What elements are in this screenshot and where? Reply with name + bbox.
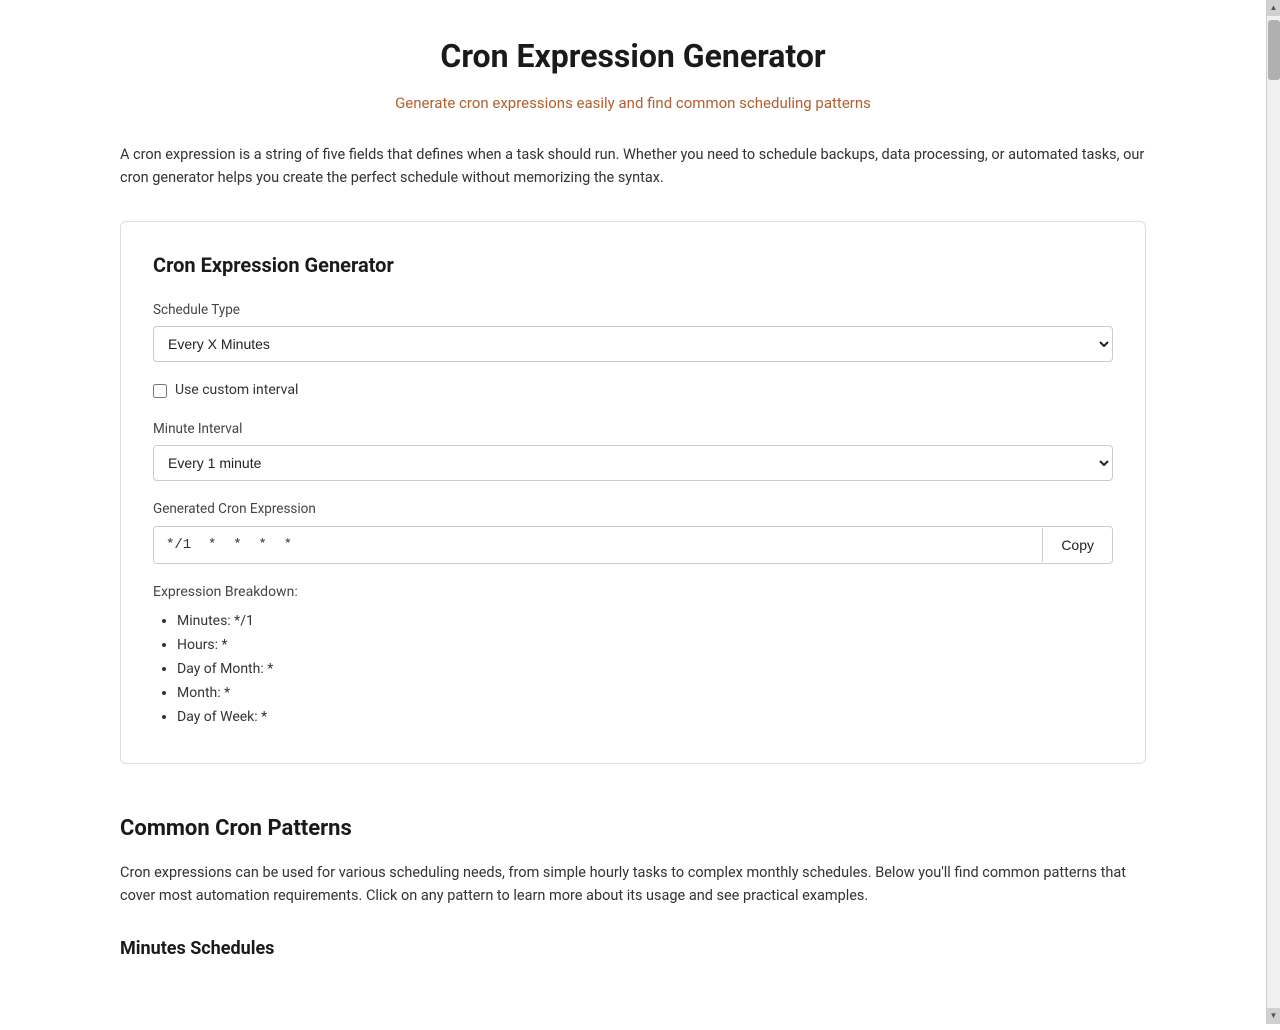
expression-row: Copy (153, 526, 1113, 564)
breakdown-section: Expression Breakdown: Minutes: */1 Hours… (153, 582, 1113, 728)
scrollbar[interactable]: ▲ ▼ (1266, 0, 1280, 1024)
page-description: A cron expression is a string of five fi… (120, 143, 1146, 189)
breakdown-item-2: Day of Month: * (177, 659, 1113, 680)
minute-interval-label: Minute Interval (153, 419, 1113, 439)
expression-label: Generated Cron Expression (153, 499, 1113, 519)
custom-interval-label: Use custom interval (175, 380, 298, 401)
generator-card-title: Cron Expression Generator (153, 250, 1113, 280)
breakdown-item-4: Day of Week: * (177, 707, 1113, 728)
schedule-type-group: Schedule Type Every X Minutes Every X Ho… (153, 300, 1113, 362)
page-subtitle: Generate cron expressions easily and fin… (120, 92, 1146, 115)
common-patterns-description: Cron expressions can be used for various… (120, 861, 1146, 907)
breakdown-item-3: Month: * (177, 683, 1113, 704)
minutes-schedules-title: Minutes Schedules (120, 935, 1146, 962)
scrollbar-arrow-down[interactable]: ▼ (1267, 1008, 1280, 1024)
breakdown-item-0: Minutes: */1 (177, 611, 1113, 632)
custom-interval-checkbox[interactable] (153, 384, 167, 398)
minute-interval-select[interactable]: Every 1 minute Every 2 minutes Every 5 m… (153, 445, 1113, 481)
breakdown-title: Expression Breakdown: (153, 582, 1113, 603)
schedule-type-label: Schedule Type (153, 300, 1113, 320)
common-patterns-title: Common Cron Patterns (120, 812, 1146, 845)
breakdown-list: Minutes: */1 Hours: * Day of Month: * Mo… (153, 611, 1113, 728)
copy-button[interactable]: Copy (1042, 528, 1112, 562)
schedule-type-select[interactable]: Every X Minutes Every X Hours Daily Week… (153, 326, 1113, 362)
expression-input[interactable] (154, 527, 1042, 563)
breakdown-item-1: Hours: * (177, 635, 1113, 656)
page-wrapper: Cron Expression Generator Generate cron … (40, 0, 1240, 1030)
minute-interval-group: Minute Interval Every 1 minute Every 2 m… (153, 419, 1113, 481)
page-title: Cron Expression Generator (120, 32, 1146, 80)
generator-card: Cron Expression Generator Schedule Type … (120, 221, 1146, 764)
scrollbar-arrow-up[interactable]: ▲ (1267, 0, 1280, 16)
custom-interval-row: Use custom interval (153, 380, 1113, 401)
scrollbar-thumb[interactable] (1268, 20, 1280, 80)
expression-group: Generated Cron Expression Copy (153, 499, 1113, 563)
